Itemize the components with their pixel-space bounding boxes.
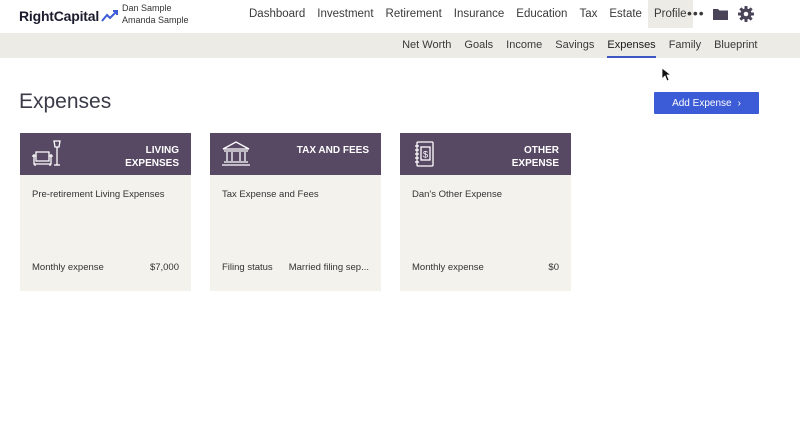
svg-text:$: $	[423, 150, 428, 160]
more-icon[interactable]: •••	[687, 5, 705, 21]
expense-card-other[interactable]: $ OTHER EXPENSE Dan's Other Expense Mont…	[400, 133, 571, 291]
add-expense-button[interactable]: Add Expense ›	[654, 92, 759, 114]
gear-icon[interactable]	[738, 6, 754, 22]
card-header: TAX AND FEES	[210, 133, 381, 175]
nav-profile[interactable]: Profile	[647, 0, 693, 28]
household-names: Dan Sample Amanda Sample	[122, 2, 189, 26]
nav-education[interactable]: Education	[510, 0, 573, 28]
mouse-cursor-icon	[662, 68, 672, 82]
card-field-value: $7,000	[149, 262, 179, 273]
folder-icon[interactable]	[713, 8, 728, 20]
card-subtitle: Tax Expense and Fees	[222, 189, 319, 200]
dollar-document-icon: $	[415, 141, 434, 167]
card-field-value: Married filing sep...	[288, 262, 369, 273]
chevron-right-icon: ›	[737, 97, 741, 109]
card-field-label: Monthly expense	[32, 262, 104, 273]
page-title: Expenses	[19, 90, 112, 113]
card-title: TAX AND FEES	[297, 144, 369, 157]
card-title-line: OTHER	[524, 145, 559, 156]
card-field-label: Filing status	[222, 262, 273, 273]
expense-card-tax[interactable]: TAX AND FEES Tax Expense and Fees Filing…	[210, 133, 381, 291]
card-title: LIVING EXPENSES	[125, 144, 179, 170]
nav-dashboard[interactable]: Dashboard	[243, 0, 311, 28]
subnav-expenses[interactable]: Expenses	[601, 33, 662, 58]
nav-tax[interactable]: Tax	[573, 0, 603, 28]
nav-investment[interactable]: Investment	[311, 0, 379, 28]
card-title-line: EXPENSES	[125, 158, 179, 169]
nav-retirement[interactable]: Retirement	[380, 0, 448, 28]
card-header: $ OTHER EXPENSE	[400, 133, 571, 175]
subnav-net-worth[interactable]: Net Worth	[396, 33, 458, 58]
expense-card-living[interactable]: LIVING EXPENSES Pre-retirement Living Ex…	[20, 133, 191, 291]
sofa-lamp-icon	[32, 140, 61, 166]
subnav-family[interactable]: Family	[662, 33, 707, 58]
nav-insurance[interactable]: Insurance	[448, 0, 511, 28]
card-title-line: EXPENSE	[511, 158, 559, 169]
main-nav: Dashboard Investment Retirement Insuranc…	[243, 0, 693, 28]
user-name-primary: Dan Sample	[122, 3, 172, 13]
card-title: OTHER EXPENSE	[512, 144, 559, 170]
subnav-income[interactable]: Income	[500, 33, 549, 58]
logo-text: RightCapital	[19, 8, 100, 24]
card-subtitle: Pre-retirement Living Expenses	[32, 189, 165, 200]
subnav-goals[interactable]: Goals	[458, 33, 500, 58]
user-name-spouse: Amanda Sample	[122, 15, 189, 25]
nav-estate[interactable]: Estate	[603, 0, 648, 28]
add-expense-label: Add Expense	[672, 97, 732, 109]
card-header: LIVING EXPENSES	[20, 133, 191, 175]
card-field-label: Monthly expense	[412, 262, 484, 273]
subnav-savings[interactable]: Savings	[549, 33, 601, 58]
card-title-line: TAX AND FEES	[296, 145, 369, 156]
card-subtitle: Dan's Other Expense	[412, 189, 502, 200]
bank-icon	[222, 141, 250, 166]
sub-nav: Net Worth Goals Income Savings Expenses …	[0, 33, 800, 58]
top-bar: RightCapital Dan Sample Amanda Sample Da…	[0, 0, 800, 33]
expense-cards: LIVING EXPENSES Pre-retirement Living Ex…	[20, 133, 571, 291]
card-title-line: LIVING	[145, 145, 179, 156]
logo[interactable]: RightCapital	[19, 7, 119, 25]
logo-arrow-icon	[101, 10, 119, 22]
subnav-blueprint[interactable]: Blueprint	[708, 33, 764, 58]
card-field-value: $0	[548, 262, 559, 273]
